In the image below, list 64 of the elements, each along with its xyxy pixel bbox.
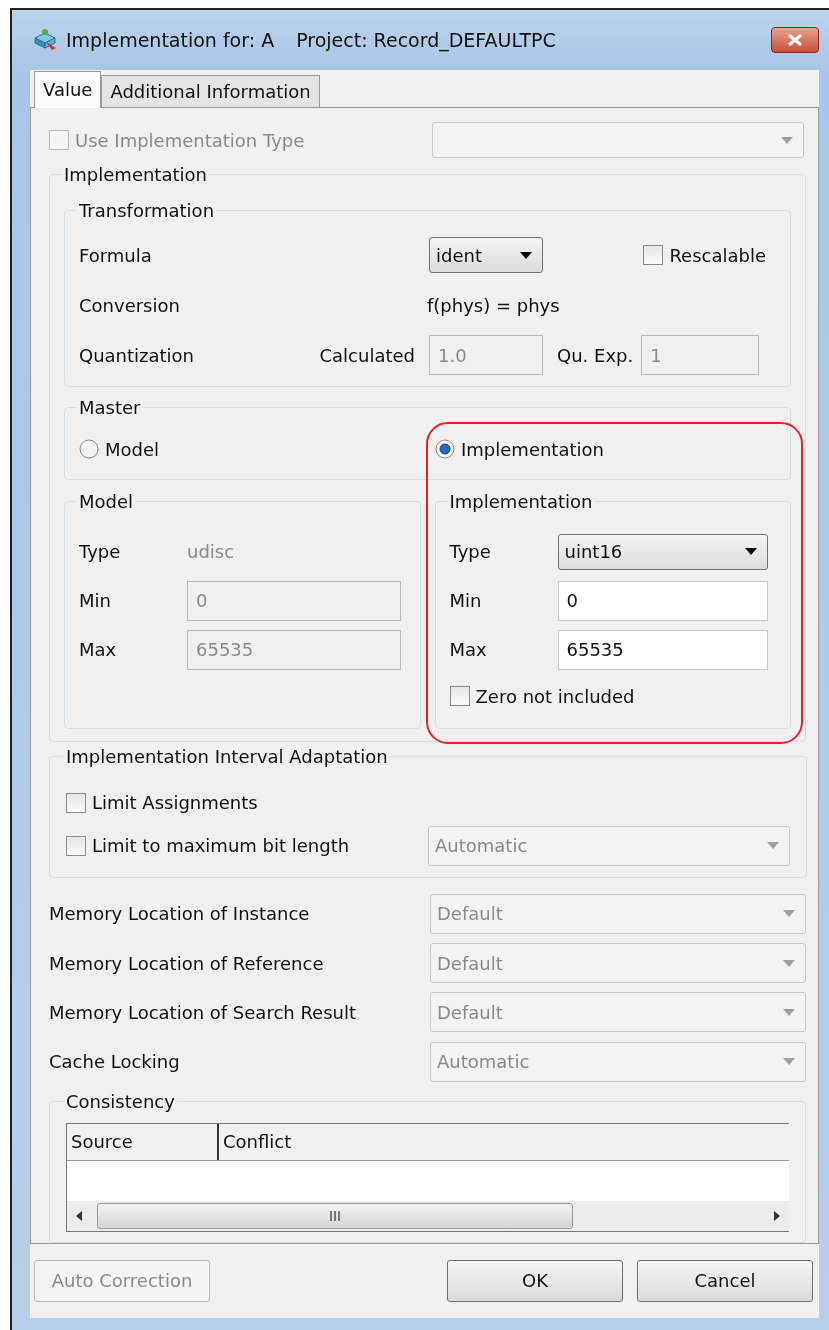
group-title: Implementation Interval Adaptation — [65, 746, 389, 768]
group-title: Master — [78, 397, 142, 419]
radio-label: Implementation — [461, 438, 604, 460]
field-label: Type — [449, 541, 492, 563]
field-label: Min — [79, 590, 112, 612]
cube-icon — [32, 27, 58, 52]
conversion-formula: f(phys) = phys — [427, 294, 560, 316]
field-label: Cache Locking — [49, 1051, 180, 1073]
field-label: Max — [449, 639, 488, 661]
type-dropdown[interactable]: uint16 — [557, 533, 768, 570]
field-label: Type — [79, 541, 122, 563]
tab[interactable]: Additional Information — [101, 74, 320, 107]
caret-icon — [744, 548, 757, 556]
field-label: Conversion — [79, 294, 181, 316]
min-field[interactable]: 0 — [557, 580, 768, 621]
checkbox[interactable] — [643, 245, 664, 266]
radio-label: Model — [105, 438, 160, 460]
field-label: Max — [79, 639, 118, 661]
project-title: Project: Record_DEFAULTPC — [296, 28, 556, 51]
field-label: Quantization — [79, 344, 195, 366]
window-title: Implementation for: A — [66, 28, 275, 51]
field-label: Qu. Exp. — [557, 344, 634, 366]
horizontal-scrollbar[interactable] — [67, 1200, 789, 1231]
type-value: udisc — [187, 541, 235, 563]
column-header[interactable]: Source — [67, 1123, 219, 1160]
checkbox-label: Use Implementation Type — [75, 129, 305, 151]
group-title: Model — [78, 491, 135, 513]
max-field[interactable]: 65535 — [557, 629, 768, 670]
scroll-right-icon[interactable] — [771, 1209, 781, 1222]
caret-icon — [783, 1009, 795, 1016]
column-header[interactable]: Conflict — [219, 1123, 292, 1160]
field-label: Memory Location of Reference — [49, 952, 324, 974]
formula-dropdown[interactable]: ident — [429, 237, 543, 274]
checkbox[interactable] — [66, 792, 86, 813]
caret-icon — [783, 1058, 795, 1066]
checkbox[interactable] — [66, 835, 86, 856]
field-label: Calculated — [319, 344, 415, 366]
dialog-button[interactable]: Cancel — [637, 1259, 813, 1302]
radio-button[interactable] — [79, 439, 99, 460]
checkbox[interactable] — [449, 686, 470, 707]
close-button[interactable] — [771, 26, 819, 53]
group-title: Consistency — [65, 1090, 176, 1112]
checkbox-label: Zero not included — [475, 685, 635, 707]
dialog-button[interactable]: OK — [447, 1259, 623, 1302]
scrollbar-thumb[interactable] — [97, 1202, 573, 1229]
caret-icon — [520, 251, 532, 259]
field-label: Min — [449, 590, 483, 612]
caret-icon — [783, 959, 795, 967]
caret-icon — [767, 842, 779, 850]
caret-icon — [781, 136, 793, 144]
field-label: Memory Location of Search Result — [49, 1002, 357, 1023]
tab[interactable]: Value — [34, 70, 102, 108]
field-label: Formula — [79, 244, 153, 266]
close-icon — [787, 32, 803, 47]
field-label: Memory Location of Instance — [49, 903, 310, 925]
checkbox-label: Limit to maximum bit length — [92, 835, 350, 857]
checkbox-label: Rescalable — [669, 244, 766, 266]
group-title: Implementation — [448, 491, 594, 513]
group-title: Transformation — [78, 200, 216, 222]
group-title: Implementation — [63, 164, 208, 186]
scroll-left-icon[interactable] — [75, 1209, 85, 1222]
caret-icon — [783, 910, 795, 918]
checkbox-label: Limit Assignments — [92, 792, 258, 814]
radio-button[interactable] — [435, 439, 455, 460]
